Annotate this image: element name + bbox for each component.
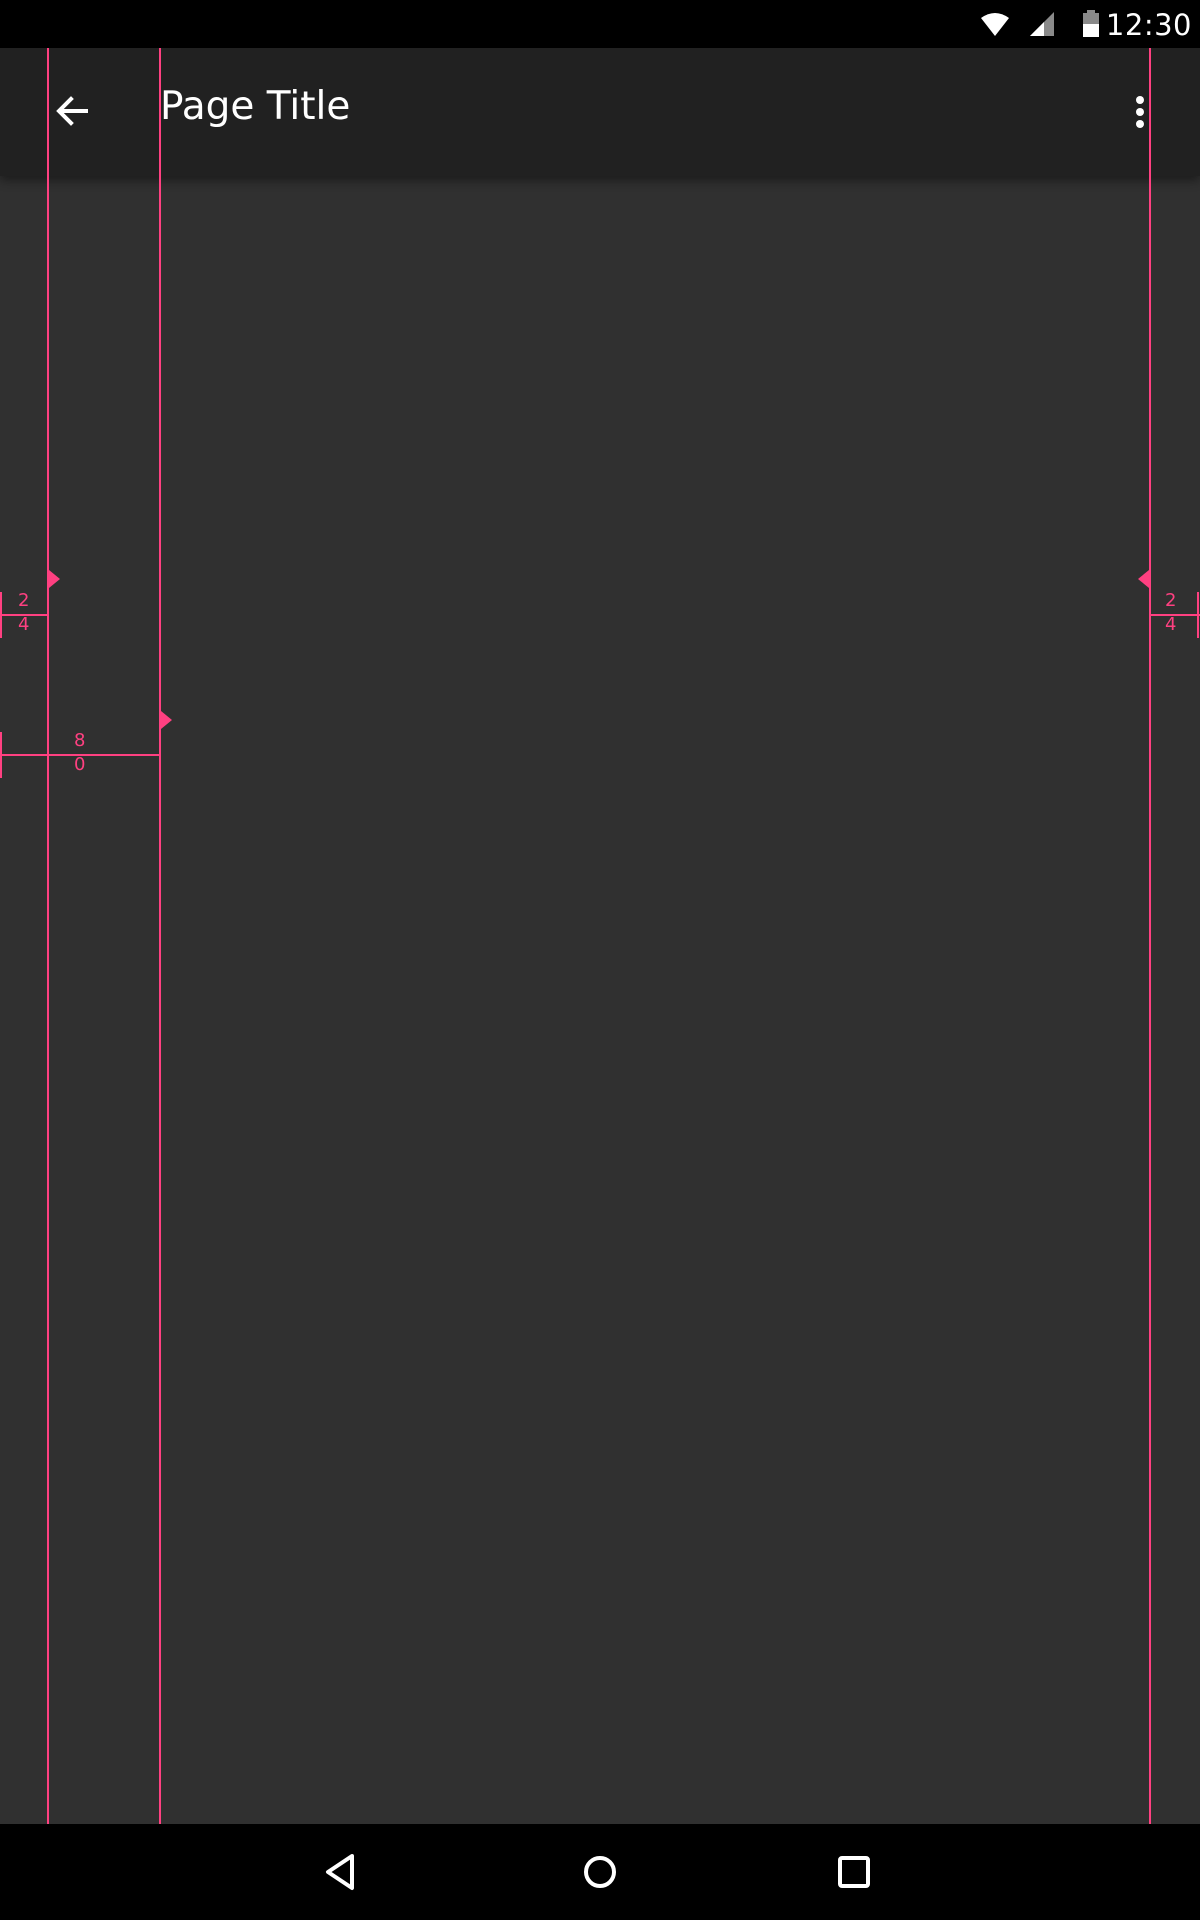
keyline-content-inset [159,48,161,1824]
keyline-marker [1138,570,1149,588]
nav-recents-icon [838,1856,870,1888]
cell-signal-icon [1030,12,1054,36]
dimension-label: 4 [1165,614,1177,635]
dimension-label: 2 [18,590,30,611]
dimension-label: 4 [18,614,30,635]
app-bar: Page Title [0,48,1200,176]
content-area [0,176,1200,1824]
page-title: Page Title [160,84,351,129]
nav-home-icon [584,1856,616,1888]
dimension-label: 2 [1165,590,1177,611]
nav-back-icon [326,1854,354,1890]
battery-icon [1083,10,1099,37]
keyline-marker [49,570,60,588]
nav-recents-button[interactable] [828,1846,880,1898]
overflow-menu-button[interactable] [1116,88,1164,136]
dimension-label: 8 [74,730,86,751]
keyline-marker [161,711,172,729]
back-button[interactable] [48,88,96,136]
wifi-icon [981,13,1009,36]
nav-home-button[interactable] [574,1846,626,1898]
keyline-left-margin [47,48,49,1824]
nav-back-button[interactable] [316,1846,368,1898]
keyline-right-margin [1149,48,1151,1824]
status-bar: 12:30 [0,0,1200,48]
arrow-back-icon [56,96,88,126]
status-time: 12:30 [1105,8,1192,42]
dimension-label: 0 [74,754,86,775]
more-vert-icon [1136,96,1144,128]
navigation-bar [0,1824,1200,1920]
